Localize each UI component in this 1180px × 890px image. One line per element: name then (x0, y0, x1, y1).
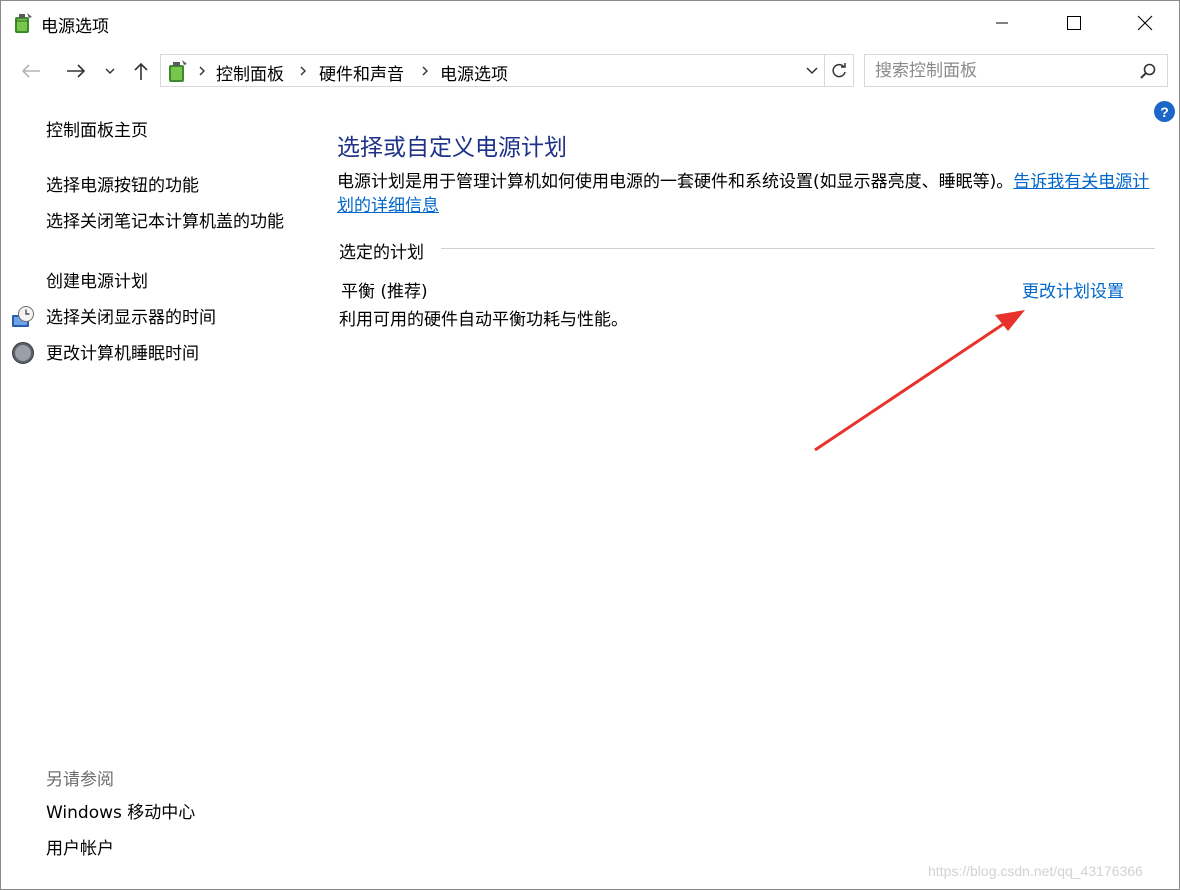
sidebar-item-create-plan[interactable]: 创建电源计划 (46, 270, 148, 294)
search-box[interactable] (864, 54, 1168, 87)
chevron-down-icon (806, 66, 818, 74)
display-clock-icon (12, 306, 34, 327)
refresh-button[interactable] (824, 55, 853, 86)
recent-locations-button[interactable] (99, 57, 121, 85)
address-bar[interactable]: 控制面板 硬件和声音 电源选项 (160, 54, 854, 87)
section-divider (441, 248, 1155, 249)
see-also-mobility-center[interactable]: Windows 移动中心 (46, 801, 195, 825)
minimize-icon (996, 22, 1008, 24)
plan-name: 平衡 (推荐) (341, 282, 428, 302)
sidebar-item-sleep-time[interactable]: 更改计算机睡眠时间 (46, 342, 199, 366)
forward-button[interactable] (59, 57, 93, 85)
forward-arrow-icon (67, 64, 86, 78)
chevron-down-icon (105, 68, 115, 74)
address-history-button[interactable] (801, 55, 823, 86)
sidebar-item-power-button[interactable]: 选择电源按钮的功能 (46, 174, 199, 198)
sidebar-item-display-off[interactable]: 选择关闭显示器的时间 (46, 306, 216, 330)
chevron-right-icon (199, 66, 205, 76)
up-arrow-icon (134, 62, 148, 80)
search-icon[interactable] (1139, 62, 1157, 80)
moon-sleep-icon (12, 342, 34, 364)
breadcrumb-hardware-sound[interactable]: 硬件和声音 (319, 60, 404, 85)
selected-plan-heading: 选定的计划 (339, 243, 424, 263)
watermark: https://blog.csdn.net/qq_43176366 (928, 863, 1143, 879)
see-also-heading: 另请参阅 (46, 770, 114, 790)
description-text: 电源计划是用于管理计算机如何使用电源的一套硬件和系统设置(如显示器亮度、睡眠等)… (337, 172, 1014, 192)
refresh-icon (832, 62, 846, 77)
close-icon (1137, 15, 1153, 31)
search-input[interactable] (865, 55, 1133, 86)
maximize-icon (1067, 16, 1081, 30)
window-title: 电源选项 (41, 17, 109, 37)
breadcrumb-power-options[interactable]: 电源选项 (440, 60, 508, 85)
annotation-arrow (814, 310, 1025, 452)
sidebar-item-lid-close[interactable]: 选择关闭笔记本计算机盖的功能 (46, 210, 291, 234)
back-button[interactable] (15, 57, 47, 85)
close-button[interactable] (1110, 1, 1180, 45)
maximize-button[interactable] (1039, 1, 1109, 45)
power-options-icon (15, 13, 32, 33)
control-panel-icon (169, 60, 187, 82)
back-arrow-icon (21, 64, 40, 78)
plan-description: 利用可用的硬件自动平衡功耗与性能。 (339, 310, 628, 330)
up-button[interactable] (127, 57, 155, 85)
minimize-button[interactable] (967, 1, 1037, 45)
see-also-user-accounts[interactable]: 用户帐户 (46, 837, 114, 861)
breadcrumb-control-panel[interactable]: 控制面板 (216, 60, 284, 85)
page-title: 选择或自定义电源计划 (337, 135, 567, 161)
power-options-window: 电源选项 控制面板 硬件和声音 电源选项 搜索控制面板 ? 控制面板主页 选择电… (0, 0, 1180, 890)
help-button[interactable]: ? (1154, 101, 1175, 122)
chevron-right-icon (422, 66, 428, 76)
chevron-right-icon (300, 66, 306, 76)
title-bar: 电源选项 (1, 1, 1179, 45)
page-description: 电源计划是用于管理计算机如何使用电源的一套硬件和系统设置(如显示器亮度、睡眠等)… (337, 170, 1165, 218)
sidebar-item-home[interactable]: 控制面板主页 (46, 119, 148, 143)
